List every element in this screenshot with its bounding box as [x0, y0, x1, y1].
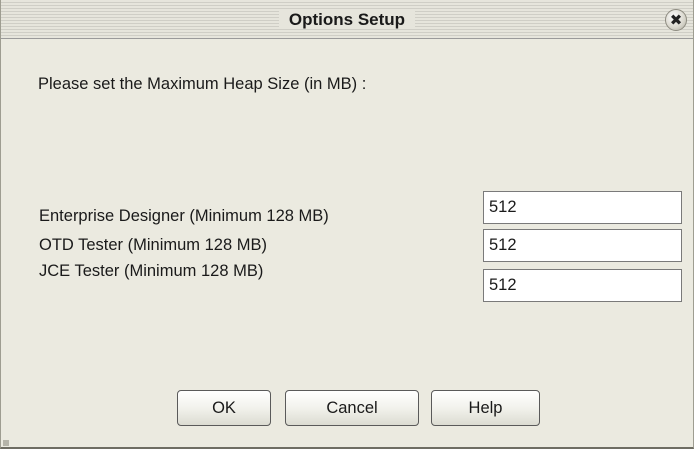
resize-grip[interactable]	[3, 440, 9, 446]
enterprise-designer-label: Enterprise Designer (Minimum 128 MB)	[39, 207, 329, 225]
otd-tester-label: OTD Tester (Minimum 128 MB)	[39, 236, 267, 254]
dialog-title-text: Options Setup	[278, 10, 416, 29]
jce-tester-heap-input[interactable]	[483, 269, 682, 302]
title-bar[interactable]: Options Setup ✖	[1, 0, 693, 39]
help-button[interactable]: Help	[431, 390, 540, 426]
heap-size-prompt: Please set the Maximum Heap Size (in MB)…	[38, 75, 367, 93]
ok-button[interactable]: OK	[177, 390, 271, 426]
cancel-button[interactable]: Cancel	[285, 390, 419, 426]
close-button[interactable]: ✖	[665, 9, 687, 31]
otd-tester-heap-input[interactable]	[483, 229, 682, 262]
jce-tester-label: JCE Tester (Minimum 128 MB)	[39, 262, 264, 280]
close-icon: ✖	[669, 10, 683, 29]
enterprise-designer-heap-input[interactable]	[483, 191, 682, 224]
dialog-title: Options Setup	[1, 0, 693, 39]
options-setup-dialog: Options Setup ✖ Please set the Maximum H…	[0, 0, 694, 449]
